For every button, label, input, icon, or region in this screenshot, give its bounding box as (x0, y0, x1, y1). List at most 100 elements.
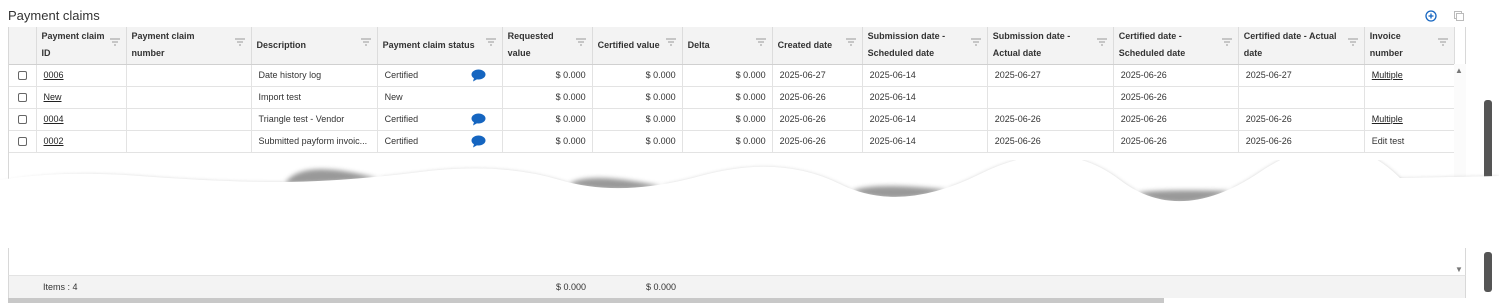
certified-scheduled-cell: 2025-06-26 (1113, 108, 1239, 131)
delta-cell: $ 0.000 (682, 64, 773, 87)
page-scrollbar-thumb-lower[interactable] (1484, 252, 1492, 292)
requested-value-cell: $ 0.000 (502, 64, 593, 87)
invoice-link[interactable]: Multiple (1372, 70, 1403, 80)
plus-circle-icon[interactable] (1423, 8, 1439, 24)
certified-actual-cell (1238, 86, 1365, 109)
created-date-cell: 2025-06-26 (772, 86, 863, 109)
column-header[interactable]: Certified date - Scheduled date (1113, 27, 1239, 65)
status-cell: Certified (377, 108, 503, 131)
requested-total: $ 0.000 (556, 282, 587, 292)
checkbox[interactable] (17, 115, 27, 125)
certified-scheduled-cell: 2025-06-26 (1113, 130, 1239, 153)
claim-number-cell (126, 130, 252, 153)
submission-scheduled-cell: 2025-06-14 (862, 86, 988, 109)
section-title: Payment claims (8, 8, 100, 23)
scroll-up-arrow-icon[interactable]: ▲ (1455, 66, 1463, 75)
description-cell: Triangle test - Vendor (251, 108, 378, 131)
items-count: Items : 4 (43, 282, 78, 292)
filter-icon[interactable] (1438, 35, 1448, 52)
column-header[interactable]: Submission date - Scheduled date (862, 27, 988, 65)
invoice-number-cell: Edit test (1364, 130, 1456, 153)
column-header[interactable]: Payment claim status (377, 27, 503, 65)
claim-id-link[interactable]: 0006 (44, 70, 64, 80)
filter-icon[interactable] (575, 35, 586, 52)
status-cell: Certified (377, 64, 503, 87)
submission-actual-cell (987, 86, 1114, 109)
invoice-number-cell[interactable]: Multiple (1364, 64, 1456, 87)
description-cell: Import test (251, 86, 378, 109)
select-all-header (9, 27, 37, 65)
filter-icon[interactable] (1096, 35, 1107, 52)
checkbox[interactable] (17, 71, 27, 81)
comment-icon[interactable] (471, 69, 486, 84)
submission-scheduled-cell: 2025-06-14 (862, 130, 988, 153)
submission-scheduled-cell: 2025-06-14 (862, 108, 988, 131)
claim-id-cell[interactable]: 0002 (36, 130, 127, 153)
invoice-number-cell[interactable]: Multiple (1364, 108, 1456, 131)
column-header[interactable]: Invoice number (1364, 27, 1456, 65)
table-row[interactable]: 0006 Date history log Certified $ 0.000 … (9, 64, 1456, 87)
column-header[interactable]: Payment claim number (126, 27, 252, 65)
certified-value-cell: $ 0.000 (592, 64, 683, 87)
filter-icon[interactable] (845, 35, 856, 52)
invoice-number-cell (1364, 86, 1456, 109)
column-header[interactable]: Payment claim ID (36, 27, 127, 65)
column-header[interactable]: Certified date - Actual date (1238, 27, 1365, 65)
row-checkbox[interactable] (9, 86, 37, 109)
requested-value-cell: $ 0.000 (502, 108, 593, 131)
claim-id-link[interactable]: New (44, 92, 62, 102)
status-cell: Certified (377, 130, 503, 153)
description-cell: Submitted payform invoic... (251, 130, 378, 153)
filter-icon[interactable] (1221, 35, 1232, 52)
claim-id-cell[interactable]: 0004 (36, 108, 127, 131)
row-checkbox[interactable] (9, 64, 37, 87)
comment-icon[interactable] (471, 113, 486, 128)
column-header[interactable]: Created date (772, 27, 863, 65)
row-checkbox[interactable] (9, 108, 37, 131)
toolbar (1423, 8, 1467, 24)
comment-icon[interactable] (471, 135, 486, 150)
column-header[interactable]: Delta (682, 27, 773, 65)
filter-icon[interactable] (485, 35, 496, 52)
horizontal-scrollbar[interactable] (8, 298, 1164, 303)
column-header[interactable]: Description (251, 27, 378, 65)
delta-cell: $ 0.000 (682, 108, 773, 131)
table-row[interactable]: 0004 Triangle test - Vendor Certified $ … (9, 108, 1456, 131)
claim-id-cell[interactable]: 0006 (36, 64, 127, 87)
scroll-down-arrow-icon[interactable]: ▼ (1455, 265, 1463, 274)
submission-actual-cell: 2025-06-26 (987, 108, 1114, 131)
certified-actual-cell: 2025-06-26 (1238, 108, 1365, 131)
table-row[interactable]: 0002 Submitted payform invoic... Certifi… (9, 130, 1456, 153)
claim-id-cell[interactable]: New (36, 86, 127, 109)
column-header[interactable]: Submission date - Actual date (987, 27, 1114, 65)
torn-edge-divider (0, 160, 1499, 245)
filter-icon[interactable] (360, 35, 371, 52)
table-row[interactable]: New Import test New $ 0.000 $ 0.000 $ 0.… (9, 86, 1456, 109)
filter-icon[interactable] (1347, 35, 1358, 52)
claim-id-link[interactable]: 0004 (44, 114, 64, 124)
certified-actual-cell: 2025-06-26 (1238, 130, 1365, 153)
filter-icon[interactable] (755, 35, 766, 52)
status-cell: New (377, 86, 503, 109)
column-header[interactable]: Requested value (502, 27, 593, 65)
filter-icon[interactable] (665, 35, 676, 52)
certified-total: $ 0.000 (646, 282, 677, 292)
claim-id-link[interactable]: 0002 (44, 136, 64, 146)
created-date-cell: 2025-06-26 (772, 130, 863, 153)
description-cell: Date history log (251, 64, 378, 87)
copy-icon[interactable] (1451, 8, 1467, 24)
submission-actual-cell: 2025-06-26 (987, 130, 1114, 153)
grid-empty-area (8, 248, 1466, 276)
grid-footer: Items : 4 $ 0.000 $ 0.000 (8, 276, 1466, 298)
filter-icon[interactable] (234, 35, 245, 52)
row-checkbox[interactable] (9, 130, 37, 153)
claim-number-cell (126, 64, 252, 87)
invoice-link[interactable]: Multiple (1372, 114, 1403, 124)
checkbox[interactable] (17, 93, 27, 103)
filter-icon[interactable] (970, 35, 981, 52)
checkbox[interactable] (17, 137, 27, 147)
column-header[interactable]: Certified value (592, 27, 683, 65)
delta-cell: $ 0.000 (682, 86, 773, 109)
certified-actual-cell: 2025-06-27 (1238, 64, 1365, 87)
filter-icon[interactable] (109, 35, 120, 52)
